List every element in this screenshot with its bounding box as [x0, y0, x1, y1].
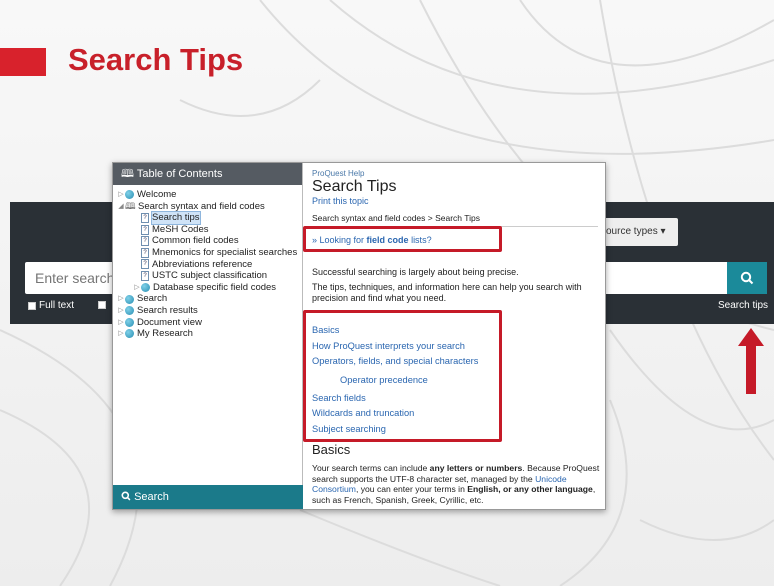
toc-item-document-view[interactable]: ▷ Document view [117, 317, 302, 329]
page-icon: ? [141, 212, 149, 223]
search-icon [740, 271, 754, 285]
toc-item-search-syntax[interactable]: ◢ 🕮 Search syntax and field codes [117, 201, 302, 213]
collapse-toggle-icon[interactable]: ◢ [117, 201, 125, 213]
globe-icon [125, 329, 134, 339]
toc-item-label: Database specific field codes [153, 281, 277, 293]
fulltext-label: Full text [39, 300, 75, 311]
toc-item-label: Common field codes [152, 235, 239, 247]
toc-item-database-specific[interactable]: ▷ Database specific field codes [117, 282, 302, 294]
globe-icon [125, 306, 134, 316]
highlight-box-field-code [303, 226, 502, 252]
toc-item-label: Mnemonics for specialist searches [152, 246, 298, 258]
toc-item-label: USTC subject classification [152, 270, 268, 282]
toc-item-label: MeSH Codes [152, 223, 209, 235]
toc-item-common-field-codes[interactable]: ? Common field codes [117, 235, 302, 247]
open-book-icon: 🕮 [125, 201, 136, 212]
toc-item-label: Abbreviations reference [152, 258, 253, 270]
intro-paragraph-2: The tips, techniques, and information he… [312, 282, 582, 303]
expand-toggle-icon[interactable]: ▷ [117, 293, 125, 305]
toc-search-tab[interactable]: Search [113, 485, 303, 509]
fulltext-option[interactable]: Full text [28, 300, 74, 311]
globe-icon [125, 190, 134, 200]
basics-heading: Basics [312, 442, 351, 457]
table-of-contents: 🕮 Table of Contents ▷ Welcome ◢ 🕮 Search… [113, 163, 303, 509]
toc-item-search-results[interactable]: ▷ Search results [117, 305, 302, 317]
toc-header: 🕮 Table of Contents [113, 163, 302, 185]
toc-item-label: Search tips [151, 211, 201, 225]
basics-paragraph: Your search terms can include any letter… [312, 463, 602, 505]
red-arrow-icon [738, 328, 764, 394]
basics-text: Your search terms can include [312, 463, 430, 473]
toc-item-label: My Research [137, 328, 193, 340]
toc-item-label: Search results [137, 304, 198, 316]
basics-text: , you can enter your terms in [355, 484, 468, 495]
fulltext-checkbox[interactable] [28, 301, 36, 310]
toc-item-label: Welcome [137, 189, 177, 200]
toc-item-search-tips[interactable]: ? Search tips [117, 211, 302, 225]
highlight-box-topic-links [303, 310, 502, 442]
expand-toggle-icon[interactable]: ▷ [133, 282, 141, 294]
toc-item-search[interactable]: ▷ Search [117, 293, 302, 305]
toc-item-my-research[interactable]: ▷ My Research [117, 328, 302, 340]
basics-bold: any letters or numbers [429, 463, 523, 473]
slide-title: Search Tips [68, 42, 244, 77]
expand-toggle-icon[interactable]: ▷ [117, 189, 125, 201]
page-icon: ? [141, 259, 149, 270]
expand-toggle-icon[interactable]: ▷ [117, 328, 125, 340]
book-icon: 🕮 [121, 168, 134, 180]
second-checkbox[interactable] [98, 301, 106, 309]
page-icon: ? [141, 236, 149, 247]
breadcrumb: Search syntax and field codes > Search T… [312, 213, 480, 223]
page-icon: ? [141, 247, 149, 258]
print-topic-link[interactable]: Print this topic [312, 196, 605, 206]
toc-item-mesh-codes[interactable]: ? MeSH Codes [117, 224, 302, 236]
globe-icon [125, 294, 134, 304]
toc-header-label: Table of Contents [136, 168, 223, 180]
expand-toggle-icon[interactable]: ▷ [117, 317, 125, 329]
title-accent-bar [0, 48, 46, 76]
expand-toggle-icon[interactable]: ▷ [117, 305, 125, 317]
toc-search-label: Search [134, 491, 169, 503]
help-overline: ProQuest Help [312, 169, 365, 178]
toc-item-label: Search syntax and field codes [138, 200, 265, 212]
search-input-right-part[interactable] [604, 262, 727, 294]
search-button[interactable] [727, 262, 767, 294]
toc-item-welcome[interactable]: ▷ Welcome [117, 189, 302, 201]
globe-icon [141, 283, 150, 293]
toc-item-mnemonics[interactable]: ? Mnemonics for specialist searches [117, 247, 302, 259]
toc-item-label: Document view [137, 316, 202, 328]
toc-item-ustc[interactable]: ? USTC subject classification [117, 270, 302, 282]
page-icon: ? [141, 270, 149, 281]
toc-list: ▷ Welcome ◢ 🕮 Search syntax and field co… [113, 185, 302, 340]
globe-icon [125, 317, 134, 327]
intro-paragraph: Successful searching is largely about be… [312, 267, 519, 277]
toc-item-label: Search [137, 293, 168, 305]
help-title: Search Tips [312, 178, 397, 195]
basics-bold: English, or any other language [467, 484, 593, 495]
toc-item-abbreviations[interactable]: ? Abbreviations reference [117, 259, 302, 271]
source-types-dropdown[interactable]: ource types ▾ [604, 218, 678, 246]
search-tips-link[interactable]: Search tips [718, 300, 768, 311]
page-icon: ? [141, 224, 149, 235]
search-icon [121, 491, 131, 501]
